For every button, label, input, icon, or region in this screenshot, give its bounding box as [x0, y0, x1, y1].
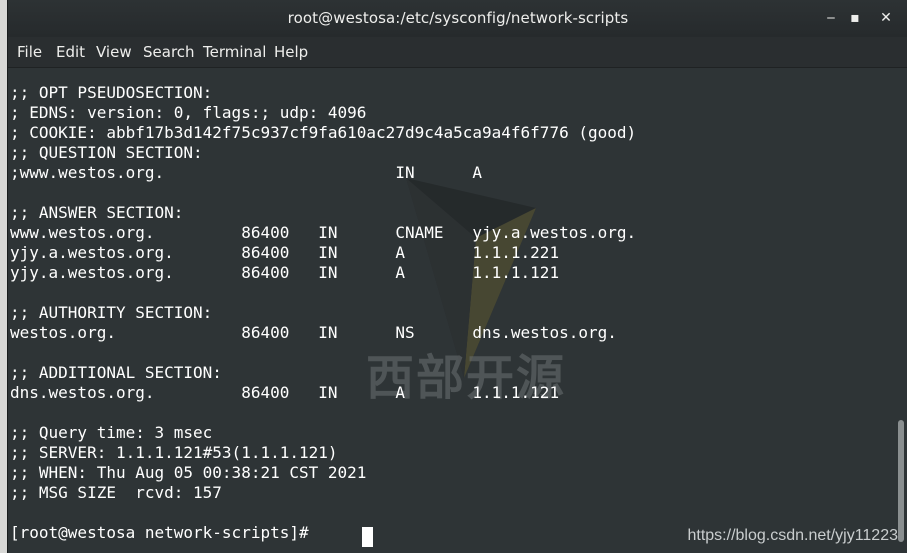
watermark-url: https://blog.csdn.net/yjy11223	[687, 527, 898, 544]
terminal-line: ;; Query time: 3 msec	[10, 423, 213, 442]
maximize-icon[interactable]: ▪	[844, 8, 866, 28]
terminal-line: ;; AUTHORITY SECTION:	[10, 303, 213, 322]
terminal-line: ; COOKIE: abbf17b3d142f75c937cf9fa610ac2…	[10, 123, 637, 142]
terminal-line: ;; OPT PSEUDOSECTION:	[10, 83, 213, 102]
background-desktop-strip	[0, 0, 7, 553]
terminal-line: ;; SERVER: 1.1.1.121#53(1.1.1.121)	[10, 443, 338, 462]
terminal-output-area[interactable]: 西部开源 ;; OPT PSEUDOSECTION: ; EDNS: versi…	[8, 68, 907, 553]
menu-view[interactable]: View	[96, 43, 132, 61]
minimize-icon[interactable]: ‒	[820, 8, 842, 28]
window-title: root@westosa:/etc/sysconfig/network-scri…	[287, 9, 629, 27]
terminal-line: ;; WHEN: Thu Aug 05 00:38:21 CST 2021	[10, 463, 367, 482]
text-cursor	[362, 527, 373, 547]
terminal-line: ;; MSG SIZE rcvd: 157	[10, 483, 222, 502]
menu-help[interactable]: Help	[274, 43, 308, 61]
terminal-line: www.westos.org. 86400 IN CNAME yjy.a.wes…	[10, 223, 637, 242]
terminal-line: yjy.a.westos.org. 86400 IN A 1.1.1.221	[10, 243, 560, 262]
terminal-window: root@westosa:/etc/sysconfig/network-scri…	[7, 0, 907, 553]
terminal-line: ;; ANSWER SECTION:	[10, 203, 184, 222]
close-icon[interactable]: ✕	[875, 8, 897, 28]
menu-bar: File Edit View Search Terminal Help	[8, 37, 907, 68]
menu-search[interactable]: Search	[143, 43, 195, 61]
menu-file[interactable]: File	[17, 43, 42, 61]
terminal-line: yjy.a.westos.org. 86400 IN A 1.1.1.121	[10, 263, 560, 282]
title-bar[interactable]: root@westosa:/etc/sysconfig/network-scri…	[8, 0, 907, 37]
terminal-line: ; EDNS: version: 0, flags:; udp: 4096	[10, 103, 367, 122]
menu-terminal[interactable]: Terminal	[203, 43, 266, 61]
scrollbar-thumb[interactable]	[898, 420, 904, 542]
terminal-line: westos.org. 86400 IN NS dns.westos.org.	[10, 323, 617, 342]
command-prompt[interactable]: [root@westosa network-scripts]#	[10, 523, 318, 543]
terminal-line: ;www.westos.org. IN A	[10, 163, 483, 182]
terminal-line: ;; ADDITIONAL SECTION:	[10, 363, 222, 382]
terminal-line: dns.westos.org. 86400 IN A 1.1.1.121	[10, 383, 560, 402]
terminal-line: ;; QUESTION SECTION:	[10, 143, 203, 162]
menu-edit[interactable]: Edit	[56, 43, 85, 61]
